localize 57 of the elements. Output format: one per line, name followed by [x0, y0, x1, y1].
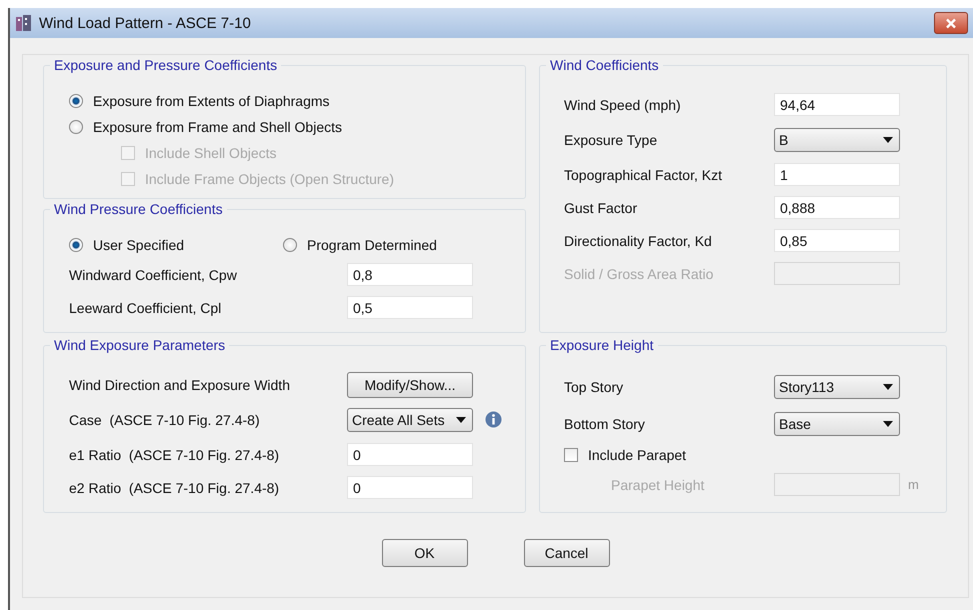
dropdown[interactable]: Create All Sets	[347, 408, 473, 432]
field-label: Top Story	[564, 378, 624, 394]
caret-icon	[883, 136, 893, 142]
group-title: Wind Exposure Parameters	[50, 337, 230, 353]
radio-button[interactable]	[69, 120, 83, 134]
input-field[interactable]: 94,64	[774, 93, 900, 116]
field-label: Case (ASCE 7-10 Fig. 27.4-8)	[69, 412, 261, 428]
window-title: Wind Load Pattern - ASCE 7-10	[39, 14, 252, 32]
dropdown[interactable]: B	[774, 128, 900, 152]
field-label: Wind Direction and Exposure Width	[69, 376, 291, 392]
radio-label: User Specified	[93, 237, 186, 253]
checkbox[interactable]	[564, 448, 578, 462]
caret-icon	[456, 416, 466, 422]
field-label: Bottom Story	[564, 416, 646, 432]
radio-button[interactable]	[69, 94, 83, 108]
field-label: e1 Ratio (ASCE 7-10 Fig. 27.4-8)	[69, 446, 280, 462]
modify-show-button[interactable]: Modify/Show...	[347, 372, 473, 398]
radio-label: Exposure from Frame and Shell Objects	[93, 119, 342, 135]
checkbox-label: Include Frame Objects (Open Structure)	[145, 171, 394, 187]
field-label: Parapet Height	[611, 476, 706, 492]
field-label: Exposure Type	[564, 132, 658, 148]
group-title: Wind Pressure Coefficients	[50, 201, 227, 217]
input-field[interactable]: 0,85	[774, 229, 900, 252]
close-icon	[945, 18, 957, 28]
checkbox-label: Include Shell Objects	[145, 145, 277, 161]
input-field[interactable]: 0,888	[774, 196, 900, 219]
field-label: Leeward Coefficient, Cpl	[69, 300, 222, 316]
ok-button[interactable]: OK	[382, 539, 468, 567]
field-label: Directionality Factor, Kd	[564, 232, 713, 248]
input-field[interactable]: 0	[347, 443, 473, 466]
building-icon	[15, 14, 33, 32]
radio-button[interactable]	[283, 238, 297, 252]
dropdown[interactable]: Base	[774, 412, 900, 436]
input-field[interactable]: 1	[774, 163, 900, 186]
field-label: e2 Ratio (ASCE 7-10 Fig. 27.4-8)	[69, 480, 280, 496]
radio-button[interactable]	[69, 238, 83, 252]
unit-label: m	[908, 477, 920, 492]
radio-label: Program Determined	[307, 237, 437, 253]
group-title: Wind Coefficients	[546, 57, 663, 73]
radio-label: Exposure from Extents of Diaphragms	[93, 93, 330, 109]
group-title: Exposure Height	[546, 337, 658, 353]
field-label: Gust Factor	[564, 200, 638, 216]
checkbox-label: Include Parapet	[588, 447, 686, 463]
field-label: Windward Coefficient, Cpw	[69, 266, 238, 282]
caret-icon	[883, 384, 893, 390]
field-label: Solid / Gross Area Ratio	[564, 266, 714, 282]
info-icon[interactable]	[485, 411, 502, 428]
caret-icon	[883, 420, 893, 426]
input-field[interactable]: 0	[347, 476, 473, 499]
input-field[interactable]: 0,8	[347, 263, 473, 286]
field-label: Topographical Factor, Kzt	[564, 166, 723, 182]
dropdown[interactable]: Story113	[774, 374, 900, 398]
input-field[interactable]: 0,5	[347, 296, 473, 319]
field-label: Wind Speed (mph)	[564, 96, 682, 112]
close-button[interactable]	[934, 12, 968, 34]
group-title: Exposure and Pressure Coefficients	[50, 57, 282, 73]
cancel-button[interactable]: Cancel	[524, 539, 610, 567]
